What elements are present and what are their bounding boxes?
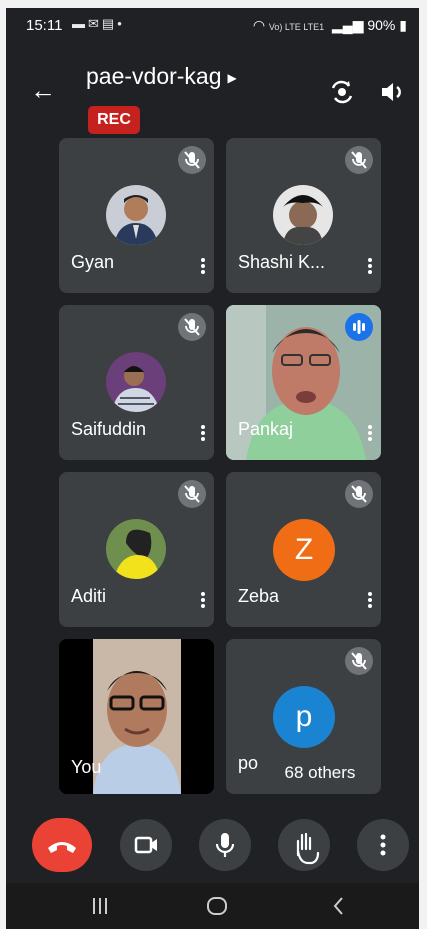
microphone-button[interactable]	[199, 819, 251, 871]
home-icon[interactable]	[205, 895, 229, 917]
mic-off-icon	[178, 146, 206, 174]
wifi-icon: ◠	[252, 17, 266, 33]
more-options-icon[interactable]	[368, 256, 372, 276]
participant-name: Zeba	[238, 586, 280, 606]
system-navigation-bar	[6, 883, 419, 929]
call-controls	[6, 813, 419, 879]
meeting-title-text: pae-vdor-kag	[86, 63, 222, 89]
participant-name: Pankaj	[238, 419, 294, 439]
avatar-initial: p	[273, 686, 335, 748]
recording-badge: REC	[88, 106, 140, 134]
avatar	[106, 519, 166, 579]
participant-tile-saifuddin[interactable]: Saifuddin	[59, 305, 214, 460]
meeting-header: ← pae-vdor-kag ▶ REC	[6, 44, 419, 138]
participant-tile-shashi[interactable]: Shashi K...	[226, 138, 381, 293]
speaking-indicator-icon	[345, 313, 373, 341]
avatar	[106, 185, 166, 245]
back-nav-icon[interactable]	[329, 895, 349, 917]
participant-name: po	[238, 753, 259, 773]
camera-button[interactable]	[120, 819, 172, 871]
raise-hand-icon	[296, 832, 320, 865]
recent-apps-icon[interactable]	[90, 895, 110, 917]
mail-icon: ✉	[88, 16, 102, 31]
mic-off-icon	[345, 480, 373, 508]
participant-tile-gyan[interactable]: Gyan	[59, 138, 214, 293]
notification-icons: ▬✉▤•	[72, 16, 125, 32]
caret-right-icon: ▶	[227, 70, 237, 85]
participant-name: You	[71, 757, 102, 777]
battery-text: 90%	[367, 17, 396, 33]
participant-tile-zeba[interactable]: Z Zeba	[226, 472, 381, 627]
calendar-icon: ▤	[101, 16, 118, 31]
avatar-initial: Z	[273, 519, 335, 581]
participant-name: Gyan	[71, 252, 115, 272]
status-bar: 15:11 ▬✉▤• ◠ Vo) LTE LTE1 ▂▄▆ 90% ▮	[6, 8, 419, 44]
mic-off-icon	[345, 647, 373, 675]
more-options-button[interactable]	[357, 819, 409, 871]
more-options-icon[interactable]	[368, 590, 372, 610]
status-time: 15:11	[26, 17, 63, 34]
message-icon: ▬	[72, 16, 88, 31]
mic-off-icon	[178, 480, 206, 508]
switch-camera-icon[interactable]	[328, 78, 356, 106]
participant-name: Aditi	[71, 586, 107, 606]
end-call-button[interactable]	[32, 818, 92, 872]
mic-off-icon	[178, 313, 206, 341]
status-right: ◠ Vo) LTE LTE1 ▂▄▆ 90% ▮	[253, 17, 407, 34]
avatar	[273, 185, 333, 245]
network-label: Vo) LTE LTE1	[268, 22, 325, 32]
more-options-icon[interactable]	[201, 590, 205, 610]
meeting-title[interactable]: pae-vdor-kag ▶	[86, 63, 237, 90]
more-options-icon[interactable]	[368, 423, 372, 443]
participant-tile-aditi[interactable]: Aditi	[59, 472, 214, 627]
mic-off-icon	[345, 146, 373, 174]
battery-icon: ▮	[399, 17, 407, 33]
speaker-icon[interactable]	[378, 78, 406, 106]
back-arrow-icon[interactable]: ←	[30, 77, 56, 103]
participant-tile-pankaj[interactable]: Pankaj	[226, 305, 381, 460]
raise-hand-button[interactable]	[278, 819, 330, 871]
participant-name: Shashi K...	[238, 252, 326, 272]
microphone-icon	[215, 833, 235, 857]
signal-icon: ▂▄▆	[332, 17, 364, 33]
phone-screen: 15:11 ▬✉▤• ◠ Vo) LTE LTE1 ▂▄▆ 90% ▮ ← pa…	[6, 8, 419, 929]
participant-name: Saifuddin	[71, 419, 147, 439]
dot-icon: •	[117, 16, 125, 31]
participant-tile-you[interactable]: You	[59, 639, 214, 794]
more-options-icon[interactable]	[201, 423, 205, 443]
video-camera-icon	[134, 836, 157, 854]
phone-hangup-icon	[48, 842, 76, 853]
vertical-dots-icon	[380, 834, 386, 856]
avatar	[106, 352, 166, 412]
others-count-chip[interactable]: 68 others	[268, 756, 372, 790]
more-options-icon[interactable]	[201, 256, 205, 276]
